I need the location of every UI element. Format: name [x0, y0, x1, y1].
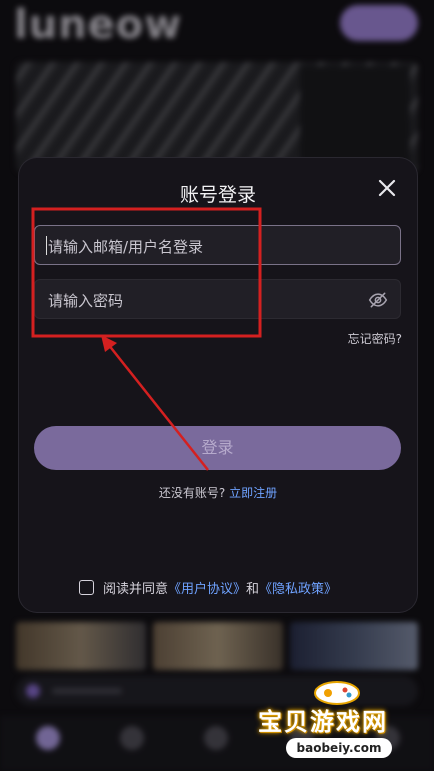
username-input[interactable]: 请输入邮箱/用户名登录	[34, 225, 401, 265]
agreement-prefix: 阅读并同意	[103, 582, 169, 597]
privacy-policy-link[interactable]: 《隐私政策》	[259, 578, 337, 597]
watermark-url: baobeiy.com	[286, 738, 392, 758]
watermark: 宝贝游戏网 baobeiy.com	[256, 680, 426, 768]
modal-title: 账号登录	[179, 184, 256, 206]
username-placeholder: 请输入邮箱/用户名登录	[48, 238, 204, 256]
close-button[interactable]	[375, 176, 399, 200]
login-button[interactable]: 登录	[34, 426, 401, 470]
agreement-row: 阅读并同意 《用户协议》 和 《隐私政策》	[79, 578, 337, 597]
eye-hidden-icon[interactable]	[368, 290, 388, 310]
close-icon	[378, 179, 396, 197]
watermark-text: 宝贝游戏网	[258, 708, 388, 736]
no-account-text: 还没有账号?	[158, 486, 226, 500]
forgot-password-link[interactable]: 忘记密码?	[348, 330, 402, 347]
password-placeholder: 请输入密码	[48, 292, 124, 310]
register-link[interactable]: 立即注册	[229, 486, 277, 500]
agreement-checkbox[interactable]	[79, 580, 94, 595]
password-input[interactable]: 请输入密码	[34, 279, 401, 319]
user-agreement-link[interactable]: 《用户协议》	[168, 578, 246, 597]
text-caret	[46, 236, 47, 255]
agreement-and: 和	[246, 582, 260, 597]
login-modal: 账号登录 请输入邮箱/用户名登录 请输入密码 忘记密码? 登录 还没有账号? 立…	[19, 158, 417, 612]
signup-row: 还没有账号? 立即注册	[19, 484, 417, 501]
